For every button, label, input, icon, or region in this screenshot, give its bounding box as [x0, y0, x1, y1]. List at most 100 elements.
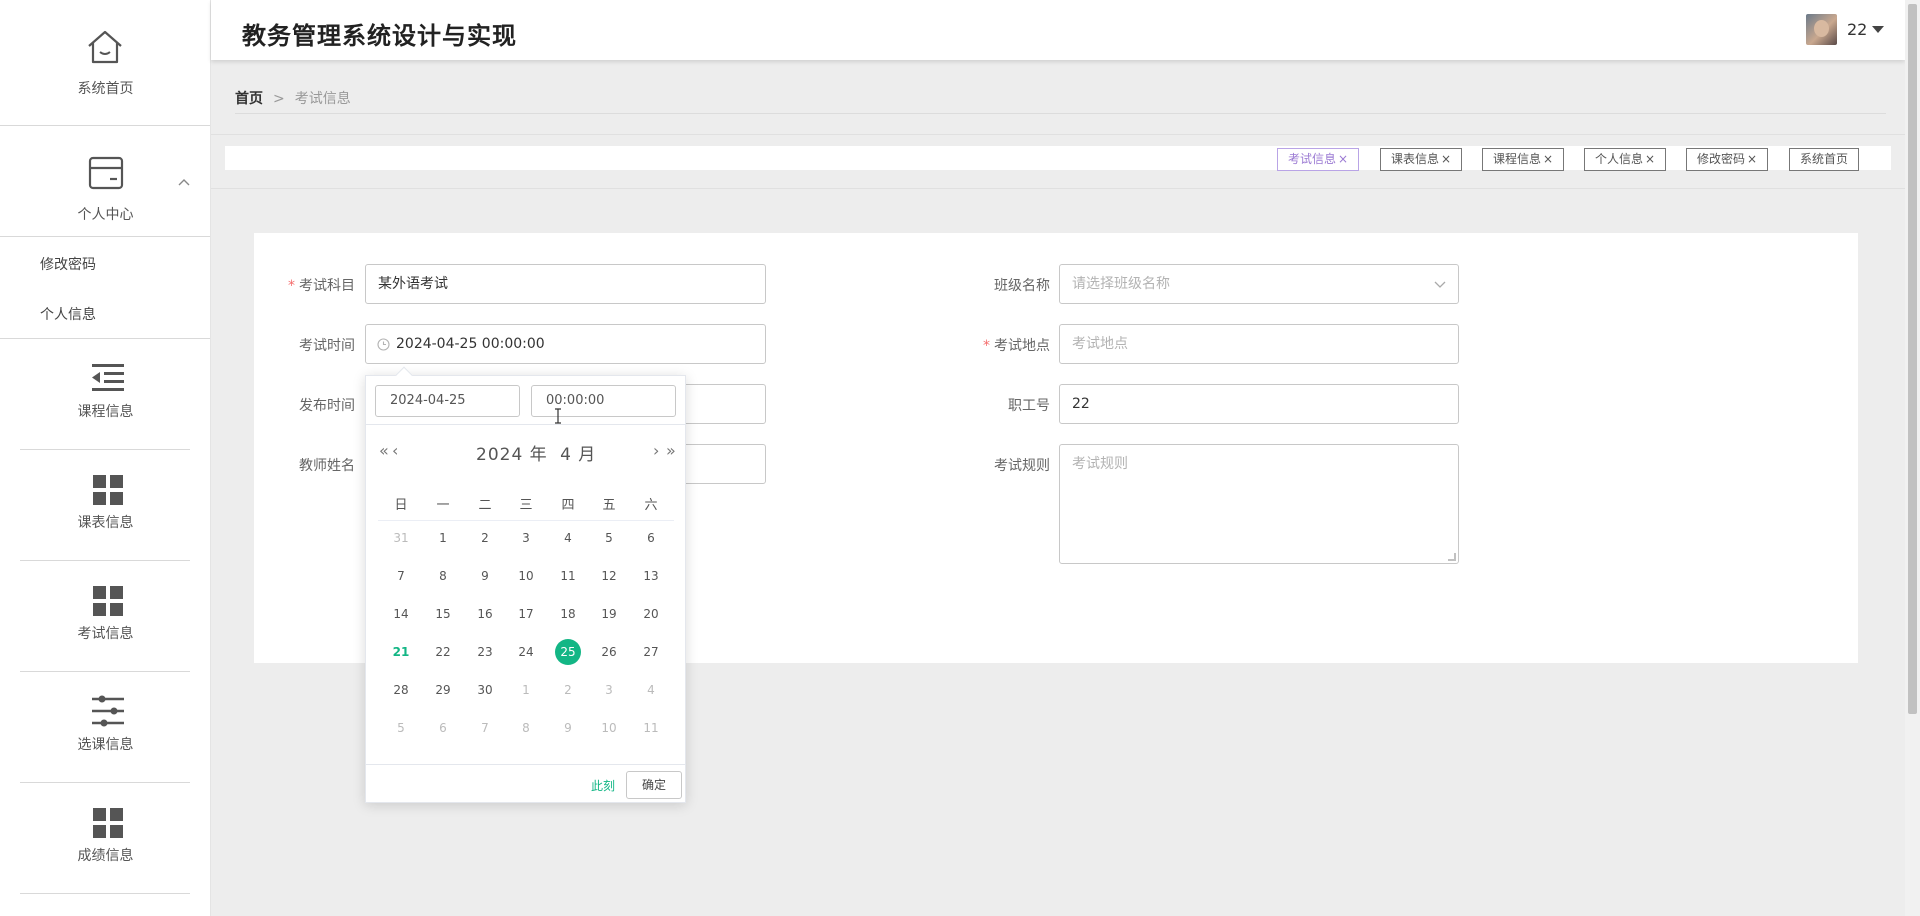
month-label[interactable]: 4 月: [560, 445, 596, 465]
rules-textarea[interactable]: 考试规则: [1059, 444, 1459, 564]
sidebar-subitem-change-password[interactable]: 修改密码: [40, 254, 96, 274]
close-icon[interactable]: ×: [1441, 152, 1451, 166]
calendar-day[interactable]: 15: [430, 601, 456, 627]
calendar-day[interactable]: 22: [430, 639, 456, 665]
divider: [366, 424, 685, 425]
sidebar-item-label: 课表信息: [77, 515, 134, 531]
user-name[interactable]: 22: [1847, 20, 1867, 39]
next-year-button[interactable]: »: [666, 441, 676, 460]
sidebar-item-grade-info[interactable]: 成绩信息: [0, 783, 210, 893]
staff-id-input[interactable]: 22: [1059, 384, 1459, 424]
sidebar-subitem-personal-info[interactable]: 个人信息: [40, 304, 96, 324]
sidebar-item-course-info[interactable]: 课程信息: [0, 339, 210, 449]
confirm-button[interactable]: 确定: [626, 771, 682, 799]
calendar-day[interactable]: 1: [513, 677, 539, 703]
now-button[interactable]: 此刻: [591, 777, 615, 794]
calendar-day[interactable]: 4: [555, 525, 581, 551]
calendar-day[interactable]: 29: [430, 677, 456, 703]
weekday-header: 四: [561, 498, 575, 513]
sidebar-item-course-selection[interactable]: 选课信息: [0, 672, 210, 782]
calendar-day[interactable]: 30: [472, 677, 498, 703]
tab-home[interactable]: 系统首页: [1789, 148, 1860, 171]
calendar-day[interactable]: 4: [638, 677, 664, 703]
calendar-day[interactable]: 18: [555, 601, 581, 627]
sidebar-item-home[interactable]: 系统首页: [0, 0, 210, 125]
calendar-day[interactable]: 11: [638, 715, 664, 741]
scrollbar[interactable]: [1905, 0, 1920, 916]
calendar-day[interactable]: 7: [388, 563, 414, 589]
location-input[interactable]: 考试地点: [1059, 324, 1459, 364]
resize-handle[interactable]: [1448, 553, 1456, 561]
scrollbar-thumb[interactable]: [1908, 4, 1917, 714]
calendar-day[interactable]: 10: [513, 563, 539, 589]
tab-change-password[interactable]: 修改密码 ×: [1686, 148, 1769, 171]
exam-time-label: 考试时间: [299, 338, 355, 354]
calendar-day[interactable]: 8: [513, 715, 539, 741]
calendar-day[interactable]: 20: [638, 601, 664, 627]
calendar-day[interactable]: 2: [472, 525, 498, 551]
close-icon[interactable]: ×: [1338, 152, 1348, 166]
calendar-day[interactable]: 10: [596, 715, 622, 741]
teacher-name-label: 教师姓名: [299, 458, 355, 474]
calendar-day[interactable]: 5: [596, 525, 622, 551]
breadcrumb-home[interactable]: 首页: [235, 91, 263, 107]
calendar-day[interactable]: 5: [388, 715, 414, 741]
close-icon[interactable]: ×: [1543, 152, 1553, 166]
avatar[interactable]: [1806, 14, 1837, 45]
calendar-day[interactable]: 3: [513, 525, 539, 551]
calendar-day[interactable]: 12: [596, 563, 622, 589]
calendar-day[interactable]: 27: [638, 639, 664, 665]
year-label[interactable]: 2024 年: [476, 445, 548, 465]
calendar-day[interactable]: 28: [388, 677, 414, 703]
sidebar-item-schedule-info[interactable]: 课表信息: [0, 450, 210, 560]
next-month-button[interactable]: ›: [653, 441, 659, 460]
exam-time-input[interactable]: 2024-04-25 00:00:00: [365, 324, 766, 364]
calendar-day[interactable]: 9: [472, 563, 498, 589]
calendar-day[interactable]: 1: [430, 525, 456, 551]
close-icon[interactable]: ×: [1747, 152, 1757, 166]
calendar-day[interactable]: 6: [430, 715, 456, 741]
subject-input[interactable]: 某外语考试: [365, 264, 766, 304]
tab-personal-info[interactable]: 个人信息 ×: [1584, 148, 1667, 171]
sidebar-item-label: 考试信息: [77, 626, 134, 642]
calendar-day-today[interactable]: 21: [388, 639, 414, 665]
weekday-header: 一: [436, 498, 450, 513]
weekday-header: 五: [602, 498, 616, 513]
calendar-day[interactable]: 23: [472, 639, 498, 665]
class-name-select[interactable]: 请选择班级名称: [1059, 264, 1459, 304]
calendar-day[interactable]: 26: [596, 639, 622, 665]
sidebar-item-personal-center[interactable]: 个人中心: [0, 126, 210, 236]
chevron-down-icon[interactable]: [1872, 26, 1884, 33]
class-name-placeholder: 请选择班级名称: [1072, 276, 1170, 292]
label-text: 考试地点: [994, 338, 1050, 354]
calendar-day[interactable]: 3: [596, 677, 622, 703]
calendar-day[interactable]: 13: [638, 563, 664, 589]
prev-month-button[interactable]: ‹: [392, 441, 398, 460]
weekday-header: 二: [478, 498, 492, 513]
close-icon[interactable]: ×: [1645, 152, 1655, 166]
calendar-day[interactable]: 9: [555, 715, 581, 741]
calendar-day[interactable]: 8: [430, 563, 456, 589]
breadcrumb-separator: >: [273, 91, 285, 107]
calendar-day[interactable]: 17: [513, 601, 539, 627]
calendar-day[interactable]: 19: [596, 601, 622, 627]
clock-icon: [377, 338, 390, 351]
calendar-day[interactable]: 31: [388, 525, 414, 551]
picker-time-input[interactable]: 00:00:00: [531, 385, 676, 417]
calendar-day[interactable]: 24: [513, 639, 539, 665]
picker-date-input[interactable]: 2024-04-25: [375, 385, 520, 417]
prev-year-button[interactable]: «: [379, 441, 389, 460]
sidebar-item-exam-info[interactable]: 考试信息: [0, 561, 210, 671]
weekday-header: 三: [519, 498, 533, 513]
calendar-day[interactable]: 11: [555, 563, 581, 589]
tab-course-info[interactable]: 课程信息 ×: [1482, 148, 1565, 171]
calendar-day[interactable]: 2: [555, 677, 581, 703]
calendar-day-selected[interactable]: 25: [555, 639, 581, 665]
calendar-day[interactable]: 6: [638, 525, 664, 551]
tab-schedule-info[interactable]: 课表信息 ×: [1380, 148, 1463, 171]
calendar-day[interactable]: 7: [472, 715, 498, 741]
calendar-day[interactable]: 14: [388, 601, 414, 627]
rules-placeholder: 考试规则: [1072, 456, 1128, 472]
calendar-day[interactable]: 16: [472, 601, 498, 627]
tab-exam-info[interactable]: 考试信息 ×: [1277, 148, 1360, 171]
